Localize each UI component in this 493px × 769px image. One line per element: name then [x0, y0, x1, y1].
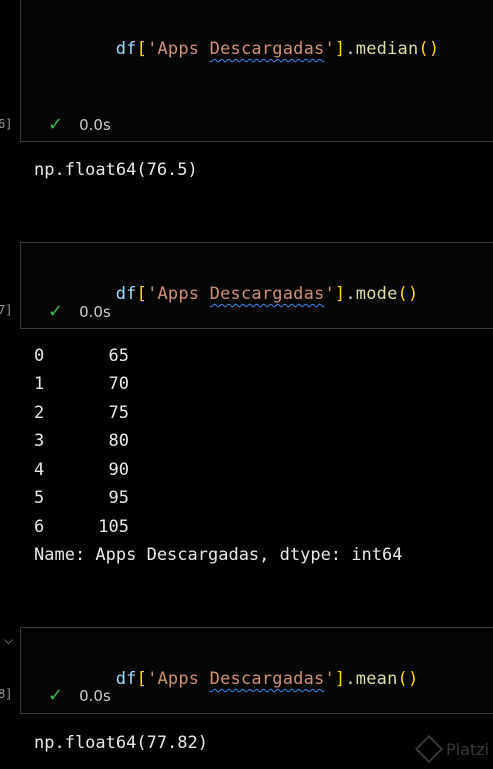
series-row: 3 80 [34, 431, 129, 451]
series-value: 90 [108, 460, 129, 480]
code-string-misspelled-word[interactable]: Descargadas [210, 284, 325, 304]
code-variable: df [115, 669, 137, 689]
series-index: 6 [34, 517, 45, 537]
watermark-text: Platzi [445, 739, 489, 759]
platzi-logo-icon [414, 734, 444, 764]
code-cell-mode[interactable]: df['Apps Descargadas'].mode() ✓ 0.0s [20, 242, 493, 329]
code-variable: df [115, 284, 137, 304]
code-method: mode [355, 284, 398, 304]
code-cell-median[interactable]: df['Apps Descargadas'].median() ✓ 0.0s [20, 0, 493, 142]
code-string-misspelled-word[interactable]: Descargadas [210, 39, 325, 59]
code-string-start: 'Apps [147, 669, 210, 689]
series-value: 75 [108, 403, 129, 423]
code-string-end: ' [324, 284, 335, 304]
series-value: 95 [108, 488, 129, 508]
series-index: 5 [34, 488, 45, 508]
series-row: 1 70 [34, 374, 129, 394]
cell-status: ✓ 0.0s [48, 114, 111, 135]
code-parens: () [418, 39, 440, 59]
code-cell-mean[interactable]: df['Apps Descargadas'].mean() ✓ 0.0s [20, 627, 493, 714]
cell-status: ✓ 0.0s [48, 685, 111, 706]
series-row: 2 75 [34, 403, 129, 423]
check-icon: ✓ [48, 301, 64, 322]
code-line[interactable]: df['Apps Descargadas'].median() [74, 19, 439, 79]
series-row: 0 65 [34, 346, 129, 366]
series-value: 105 [98, 517, 129, 537]
series-value: 65 [108, 346, 129, 366]
execution-time: 0.0s [79, 115, 111, 134]
code-string-end: ' [324, 669, 335, 689]
cell-output: np.float64(77.82) [34, 733, 208, 753]
series-value: 80 [108, 431, 129, 451]
series-row: 4 90 [34, 460, 129, 480]
code-bracket-close: ] [334, 284, 346, 304]
series-footer: Name: Apps Descargadas, dtype: int64 [34, 545, 403, 565]
code-string-start: 'Apps [147, 284, 210, 304]
code-string-end: ' [324, 39, 335, 59]
series-index: 3 [34, 431, 45, 451]
cell-output: np.float64(76.5) [34, 160, 198, 180]
series-value: 70 [108, 374, 129, 394]
platzi-watermark: Platzi [414, 734, 489, 764]
code-line[interactable]: df['Apps Descargadas'].mean() [74, 649, 418, 709]
code-method: median [355, 39, 419, 59]
code-parens: () [397, 669, 419, 689]
series-row: 5 95 [34, 488, 129, 508]
code-method: mean [355, 669, 398, 689]
execution-count: 7] [0, 303, 13, 317]
series-index: 0 [34, 346, 45, 366]
check-icon: ✓ [48, 685, 64, 706]
code-bracket-close: ] [334, 39, 346, 59]
code-string-start: 'Apps [147, 39, 210, 59]
code-string-misspelled-word[interactable]: Descargadas [210, 669, 325, 689]
code-dot: . [345, 39, 356, 59]
code-line[interactable]: df['Apps Descargadas'].mode() [74, 264, 418, 324]
code-bracket-close: ] [334, 669, 346, 689]
series-index: 4 [34, 460, 45, 480]
execution-time: 0.0s [79, 302, 111, 321]
code-variable: df [115, 39, 137, 59]
series-index: 2 [34, 403, 45, 423]
series-row: 6 105 [34, 517, 129, 537]
code-parens: () [397, 284, 419, 304]
execution-count: 6] [0, 117, 13, 131]
execution-time: 0.0s [79, 686, 111, 705]
check-icon: ✓ [48, 114, 64, 135]
cell-status: ✓ 0.0s [48, 301, 111, 322]
code-bracket-open: [ [136, 39, 148, 59]
code-dot: . [345, 284, 356, 304]
execution-count: 8] [0, 687, 13, 701]
code-bracket-open: [ [136, 669, 148, 689]
code-bracket-open: [ [136, 284, 148, 304]
code-dot: . [345, 669, 356, 689]
chevron-down-icon[interactable]: ⌵ [4, 633, 13, 648]
series-index: 1 [34, 374, 45, 394]
